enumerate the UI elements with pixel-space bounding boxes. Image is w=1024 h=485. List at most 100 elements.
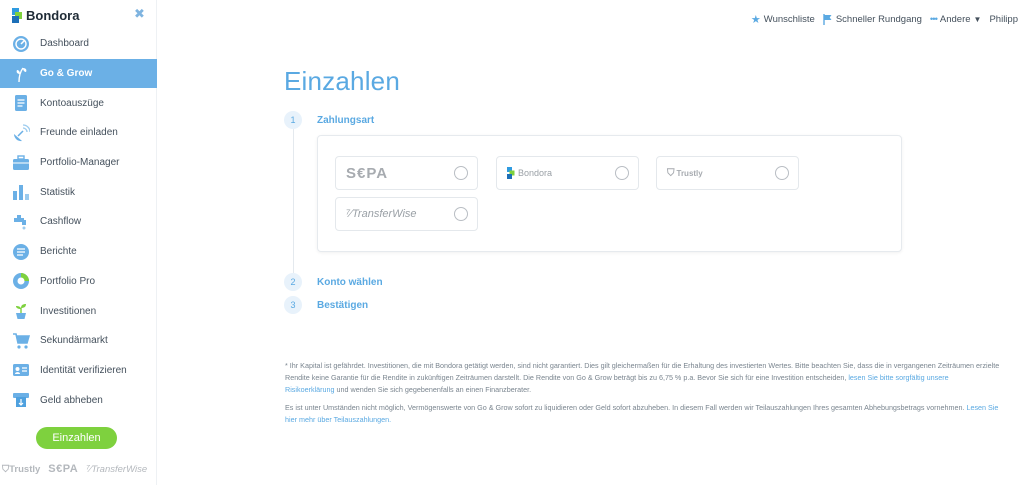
step-connector-line bbox=[293, 128, 294, 276]
sidebar-item-label: Freunde einladen bbox=[40, 127, 118, 139]
payment-option-sepa[interactable]: S€PA bbox=[335, 156, 478, 190]
user-menu[interactable]: Philipp bbox=[989, 14, 1018, 25]
withdraw-icon bbox=[11, 390, 31, 410]
top-bar: ★ Wunschliste Schneller Rundgang ••• And… bbox=[751, 13, 1018, 26]
transferwise-logo: ⁷∕TransferWise bbox=[86, 464, 147, 475]
cart-icon bbox=[11, 331, 31, 351]
quick-tour-label: Schneller Rundgang bbox=[835, 14, 922, 25]
other-menu[interactable]: ••• Andere ▼ bbox=[930, 14, 982, 25]
sidebar-item-label: Investitionen bbox=[40, 305, 97, 317]
transferwise-logo-text: TransferWise bbox=[91, 463, 148, 475]
flag-icon bbox=[823, 14, 832, 25]
sidebar-item-secondary-market[interactable]: Sekundärmarkt bbox=[0, 326, 157, 356]
sidebar-item-withdraw[interactable]: Geld abheben bbox=[0, 385, 157, 415]
bondora-radio[interactable] bbox=[615, 166, 629, 180]
brand-logo[interactable]: Bondora bbox=[12, 7, 79, 23]
invite-satellite-icon bbox=[11, 123, 31, 143]
step-label: Bestätigen bbox=[317, 299, 369, 311]
trustly-radio[interactable] bbox=[775, 166, 789, 180]
more-dots-icon: ••• bbox=[929, 14, 938, 25]
wishlist-link[interactable]: ★ Wunschliste bbox=[751, 13, 815, 26]
sepa-logo: S€PA bbox=[48, 463, 79, 475]
sidebar-item-cashflow[interactable]: Cashflow bbox=[0, 207, 157, 237]
sidebar-item-label: Dashboard bbox=[40, 38, 89, 50]
sidebar-item-label: Kontoauszüge bbox=[40, 97, 104, 109]
sidebar-item-verify-identity[interactable]: Identität verifizieren bbox=[0, 356, 157, 386]
caret-down-icon: ▼ bbox=[973, 15, 982, 24]
step-number: 1 bbox=[284, 111, 302, 129]
transferwise-option-label: TransferWise bbox=[352, 208, 417, 220]
sidebar-item-label: Berichte bbox=[40, 246, 77, 258]
payment-option-bondora[interactable]: Bondora bbox=[496, 156, 639, 190]
bar-chart-icon bbox=[11, 182, 31, 202]
sidebar: Bondora ✖ Dashboard Go & Grow Kontoauszü… bbox=[0, 0, 157, 485]
disclaimer-text: und wenden Sie sich gegebenenfalls an ei… bbox=[334, 385, 532, 395]
go-grow-icon bbox=[11, 64, 31, 84]
plant-icon bbox=[11, 301, 31, 321]
sidebar-item-dashboard[interactable]: Dashboard bbox=[0, 29, 157, 59]
payment-logos-footer: ⛉Trustly S€PA ⁷∕TransferWise bbox=[0, 461, 157, 477]
sidebar-item-investments[interactable]: Investitionen bbox=[0, 296, 157, 326]
sidebar-item-label: Identität verifizieren bbox=[40, 364, 127, 376]
sidebar-item-portfolio-manager[interactable]: Portfolio-Manager bbox=[0, 148, 157, 178]
deposit-button[interactable]: Einzahlen bbox=[36, 427, 117, 449]
sepa-radio[interactable] bbox=[454, 166, 468, 180]
disclaimer-paragraph: * Ihr Kapital ist gefährdet. Investition… bbox=[285, 360, 1000, 397]
sidebar-item-label: Statistik bbox=[40, 186, 76, 198]
disclaimer-paragraph: Es ist unter Umständen nicht möglich, Ve… bbox=[285, 402, 1000, 426]
bondora-option-logo: Bondora bbox=[507, 167, 552, 179]
bondora-option-label: Bondora bbox=[518, 168, 553, 178]
close-sidebar-icon[interactable]: ✖ bbox=[134, 6, 145, 22]
sidebar-item-reports[interactable]: Berichte bbox=[0, 237, 157, 267]
quick-tour-link[interactable]: Schneller Rundgang bbox=[823, 14, 922, 25]
bondora-logo-icon bbox=[507, 167, 515, 179]
sidebar-item-invite[interactable]: Freunde einladen bbox=[0, 118, 157, 148]
user-name: Philipp bbox=[989, 14, 1018, 25]
faucet-icon bbox=[11, 212, 31, 232]
step-confirm[interactable]: 3 Bestätigen bbox=[284, 296, 368, 314]
payment-method-panel: S€PA Bondora ⛉ Trustly ⁷∕TransferWise bbox=[317, 135, 902, 252]
other-menu-label: Andere bbox=[939, 14, 971, 25]
trustly-option-logo: ⛉ Trustly bbox=[667, 168, 703, 179]
step-number: 2 bbox=[284, 273, 302, 291]
step-payment-method[interactable]: 1 Zahlungsart bbox=[284, 111, 374, 129]
sidebar-item-label: Cashflow bbox=[40, 216, 82, 228]
sidebar-item-label: Sekundärmarkt bbox=[40, 335, 108, 347]
bondora-logo-icon bbox=[12, 7, 22, 23]
transferwise-option-logo: ⁷∕TransferWise bbox=[346, 208, 417, 220]
page-title: Einzahlen bbox=[284, 66, 400, 96]
wishlist-label: Wunschliste bbox=[763, 14, 815, 25]
trustly-logo: ⛉Trustly bbox=[2, 464, 40, 475]
dashboard-icon bbox=[11, 34, 31, 54]
payment-option-transferwise[interactable]: ⁷∕TransferWise bbox=[335, 197, 478, 231]
briefcase-icon bbox=[11, 153, 31, 173]
id-card-icon bbox=[11, 360, 31, 380]
step-choose-account[interactable]: 2 Konto wählen bbox=[284, 273, 383, 291]
disclaimer-text: Es ist unter Umständen nicht möglich, Ve… bbox=[285, 402, 967, 412]
report-icon bbox=[11, 242, 31, 262]
payment-option-trustly[interactable]: ⛉ Trustly bbox=[656, 156, 799, 190]
sidebar-item-portfolio-pro[interactable]: Portfolio Pro bbox=[0, 267, 157, 297]
sidebar-nav: Dashboard Go & Grow Kontoauszüge Freunde… bbox=[0, 29, 157, 415]
app-root: Bondora ✖ Dashboard Go & Grow Kontoauszü… bbox=[0, 0, 1024, 485]
step-label: Konto wählen bbox=[317, 276, 383, 288]
sidebar-item-go-grow[interactable]: Go & Grow bbox=[0, 58, 157, 89]
sidebar-item-label: Go & Grow bbox=[40, 68, 93, 80]
transferwise-radio[interactable] bbox=[454, 207, 468, 221]
sidebar-item-statements[interactable]: Kontoauszüge bbox=[0, 88, 157, 118]
sidebar-item-label: Portfolio Pro bbox=[40, 275, 96, 287]
sidebar-item-label: Portfolio-Manager bbox=[40, 157, 120, 169]
sidebar-item-statistics[interactable]: Statistik bbox=[0, 177, 157, 207]
statement-icon bbox=[11, 93, 31, 113]
step-label: Zahlungsart bbox=[317, 114, 375, 126]
sidebar-item-label: Geld abheben bbox=[40, 394, 103, 406]
trustly-logo-text: Trustly bbox=[9, 463, 41, 475]
pie-chart-icon bbox=[11, 271, 31, 291]
sepa-logo: S€PA bbox=[346, 164, 389, 182]
trustly-option-label: Trustly bbox=[676, 168, 703, 178]
star-icon: ★ bbox=[750, 14, 761, 26]
risk-disclaimer: * Ihr Kapital ist gefährdet. Investition… bbox=[285, 360, 1000, 431]
step-number: 3 bbox=[284, 296, 302, 314]
brand-name: Bondora bbox=[26, 7, 80, 23]
trustly-icon: ⛉ bbox=[667, 167, 675, 179]
